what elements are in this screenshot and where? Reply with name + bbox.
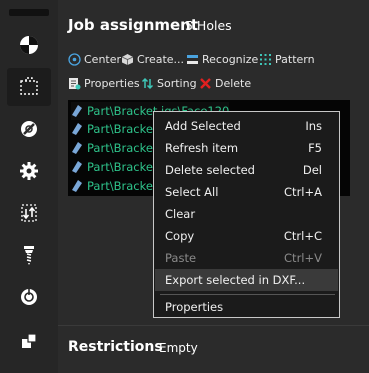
- recognize-icon: [187, 54, 198, 64]
- properties-icon: [69, 77, 81, 89]
- menu-item-export-dxf[interactable]: Export selected in DXF...: [155, 269, 338, 291]
- sorting-label: Sorting: [157, 76, 197, 90]
- menu-item-shortcut: Ctrl+A: [284, 185, 322, 199]
- menu-item-label: Add Selected: [165, 119, 241, 133]
- menu-item-paste: Paste Ctrl+V: [155, 247, 338, 269]
- sorting-button[interactable]: Sorting: [141, 74, 197, 92]
- recognize-label: Recognize: [202, 52, 259, 66]
- menu-separator: [160, 294, 335, 295]
- create-button[interactable]: Create...: [121, 50, 184, 68]
- context-menu: Add Selected Ins Refresh item F5 Delete …: [153, 111, 340, 318]
- menu-item-copy[interactable]: Copy Ctrl+C: [155, 225, 338, 247]
- menu-item-shortcut: Ctrl+V: [284, 251, 322, 265]
- section-divider: [58, 325, 369, 326]
- create-icon: [121, 53, 134, 65]
- recognize-button[interactable]: Recognize: [186, 50, 258, 68]
- delete-label: Delete: [215, 76, 252, 90]
- menu-item-label: Export selected in DXF...: [165, 273, 306, 287]
- sort-arrows-icon: [141, 77, 154, 89]
- pattern-label: Pattern: [275, 52, 315, 66]
- restrictions-value: Empty: [159, 341, 198, 355]
- panel-title: Job assignment: [68, 16, 199, 34]
- left-rail: [0, 0, 58, 373]
- menu-item-label: Clear: [165, 207, 196, 221]
- create-label: Create...: [137, 52, 185, 66]
- menu-item-shortcut: F5: [308, 141, 322, 155]
- face-icon: [72, 161, 82, 173]
- pattern-icon: [260, 53, 271, 65]
- menu-item-refresh-item[interactable]: Refresh item F5: [155, 137, 338, 159]
- menu-item-clear[interactable]: Clear: [155, 203, 338, 225]
- center-icon: [68, 52, 81, 66]
- menu-item-select-all[interactable]: Select All Ctrl+A: [155, 181, 338, 203]
- restrictions-title[interactable]: Restrictions: [68, 339, 163, 355]
- rail-handle: [9, 9, 49, 16]
- settings-icon[interactable]: [7, 152, 51, 190]
- face-icon: [72, 105, 82, 117]
- export-icon[interactable]: [7, 322, 51, 360]
- target-icon[interactable]: [7, 278, 51, 316]
- drill-icon[interactable]: [7, 236, 51, 274]
- delete-x-icon: [200, 77, 211, 89]
- properties-label: Properties: [84, 76, 140, 90]
- menu-item-add-selected[interactable]: Add Selected Ins: [155, 115, 338, 137]
- menu-item-delete-selected[interactable]: Delete selected Del: [155, 159, 338, 181]
- face-icon: [72, 180, 82, 192]
- menu-item-label: Select All: [165, 185, 219, 199]
- menu-item-label: Paste: [165, 251, 197, 265]
- menu-item-shortcut: Ins: [305, 119, 322, 133]
- menu-item-properties[interactable]: Properties: [155, 296, 338, 318]
- pattern-button[interactable]: Pattern: [259, 50, 315, 68]
- menu-item-label: Refresh item: [165, 141, 239, 155]
- model-icon[interactable]: [7, 26, 51, 64]
- job-assignment-icon[interactable]: [7, 68, 51, 106]
- tool-icon[interactable]: [7, 110, 51, 148]
- center-button[interactable]: Center: [68, 50, 121, 68]
- center-label: Center: [84, 52, 122, 66]
- menu-item-shortcut: Ctrl+C: [283, 229, 322, 243]
- properties-button[interactable]: Properties: [68, 74, 140, 92]
- face-icon: [72, 123, 82, 135]
- hole-count: 5 Holes: [185, 18, 232, 33]
- face-icon: [72, 142, 82, 154]
- menu-item-label: Properties: [165, 300, 224, 314]
- sorting-icon[interactable]: [7, 194, 51, 232]
- menu-item-label: Delete selected: [165, 163, 255, 177]
- menu-item-shortcut: Del: [302, 163, 322, 177]
- menu-item-label: Copy: [165, 229, 195, 243]
- delete-button[interactable]: Delete: [199, 74, 251, 92]
